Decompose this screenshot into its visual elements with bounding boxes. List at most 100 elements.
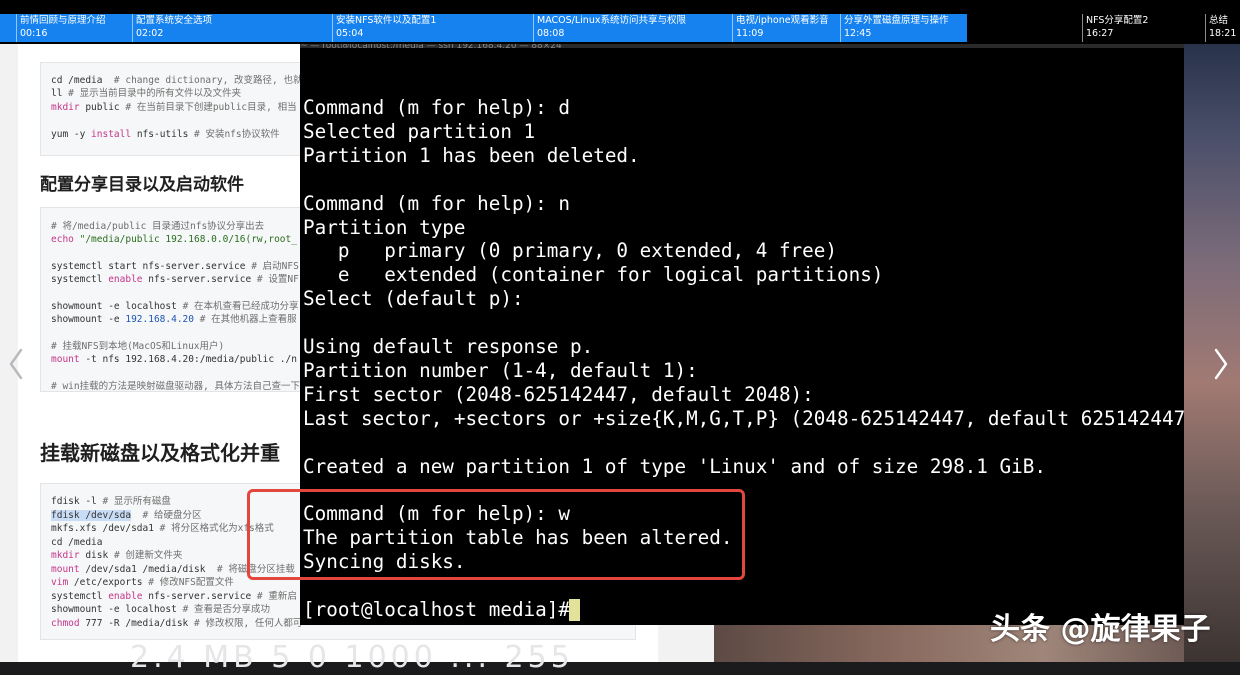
chapter-title: 安装NFS软件以及配置1 [336, 15, 437, 26]
code-comment: # 设置NF [251, 274, 299, 285]
watermark-text: 头条 @旋律果子 [990, 612, 1211, 647]
chapter-marker[interactable]: 安装NFS软件以及配置1 05:04 [332, 14, 533, 42]
terminal-line: e extended (container for logical partit… [303, 263, 884, 287]
code-comment: # 重新启 [251, 591, 297, 602]
code-text-selected: fdisk /dev/sda [51, 510, 132, 521]
terminal-cursor [569, 598, 581, 621]
code-keyword: mount [51, 354, 80, 365]
code-comment: # 显示所有磁盘 [96, 496, 171, 507]
chapter-time: 05:04 [336, 28, 364, 39]
code-text: cd /media [51, 75, 103, 86]
terminal-line: Selected partition 1 [303, 119, 536, 143]
code-keyword: mkdir [51, 550, 80, 561]
chapter-marker[interactable]: NFS分享配置2 16:27 [1082, 14, 1205, 42]
chapter-time: 18:21 [1209, 28, 1237, 39]
chapter-title: 配置系统安全选项 [136, 15, 213, 26]
chapter-title: MACOS/Linux系统访问共享与权限 [537, 15, 686, 26]
terminal-line: Last sector, +sectors or +size{K,M,G,T,P… [303, 406, 1184, 430]
code-text: nfs-server.service [142, 591, 252, 602]
chapter-time: 11:09 [736, 28, 764, 39]
code-text: systemctl start nfs-server.service [51, 261, 246, 272]
code-text: systemctl [51, 274, 109, 285]
code-block-share: # 将/media/public 目录通过nfs协议分享出去 echo "/me… [40, 207, 312, 392]
code-keyword: mount [51, 564, 80, 575]
chapter-marker[interactable]: MACOS/Linux系统访问共享与权限 08:08 [533, 14, 732, 42]
chapter-time: 16:27 [1086, 28, 1114, 39]
code-comment: # 创建新文件夹 [108, 550, 183, 561]
chevron-left-icon[interactable] [9, 348, 23, 380]
chapter-time: 12:45 [844, 28, 872, 39]
code-comment: # 修改NFS配置文件 [142, 577, 234, 588]
code-text: systemctl [51, 591, 109, 602]
chapter-time: 02:02 [136, 28, 164, 39]
code-text: yum -y [51, 129, 92, 140]
terminal-line: Select (default p): [303, 287, 524, 311]
code-text: public [79, 102, 120, 113]
code-text: disk [79, 550, 109, 561]
code-comment: # 给硬盘分区 [131, 510, 202, 521]
code-block-install: cd /media # change dictionary, 改变路径, 也就 … [40, 62, 312, 156]
terminal-line: [root@localhost media]# [303, 597, 582, 621]
code-text: nfs-server.service [142, 274, 252, 285]
chapter-time: 08:08 [537, 28, 565, 39]
code-comment: # 在其他机器上查看服 [194, 314, 297, 325]
chevron-right-icon[interactable] [1214, 348, 1228, 380]
code-keyword: enable [108, 274, 143, 285]
code-comment: # 在本机查看已经成功分享 [176, 301, 299, 312]
code-keyword: install [91, 129, 132, 140]
chapter-title: 前情回顾与原理介绍 [20, 15, 106, 26]
terminal-line: Created a new partition 1 of type 'Linux… [303, 454, 1046, 478]
desktop-wallpaper [1184, 44, 1240, 662]
code-text: fdisk -l [51, 496, 97, 507]
terminal-line: Command (m for help): n [303, 191, 570, 215]
chapter-time: 00:16 [20, 28, 48, 39]
code-keyword: mkdir [51, 102, 80, 113]
code-string: "/media/public 192.168.0.0/16(rw,root_ [73, 234, 297, 245]
code-text: showmount -e [51, 314, 126, 325]
terminal-line: Using default response p. [303, 335, 594, 358]
chapter-bar: 前情回顾与原理介绍 00:16 配置系统安全选项 02:02 安装NFS软件以及配置1 0… [0, 0, 1240, 44]
code-comment: # 查看是否分享成功 [176, 604, 271, 615]
chapter-marker[interactable]: 配置系统安全选项 02:02 [132, 14, 332, 42]
terminal-line: First sector (2048-625142447, default 20… [303, 382, 814, 406]
code-text: /etc/exports [68, 577, 143, 588]
code-keyword: chmod [51, 618, 80, 629]
code-number: 192.168.4.20 [125, 314, 194, 325]
code-text: nfs-utils [131, 129, 189, 140]
code-comment: # 将/media/public 目录通过nfs协议分享出去 [51, 221, 265, 232]
section-heading-mount: 挂载新磁盘以及格式化并重 [40, 441, 280, 465]
code-text: cd /media [51, 537, 103, 548]
code-keyword: echo [51, 234, 74, 245]
terminal-line: p primary (0 primary, 0 extended, 4 free… [303, 239, 837, 263]
chapter-marker[interactable]: 分享外置磁盘原理与操作 12:45 [840, 14, 1082, 42]
code-keyword: enable [108, 591, 143, 602]
chapter-title: 总结 [1209, 15, 1229, 26]
code-comment: # 挂载NFS到本地(MacOS和Linux用户) [51, 341, 225, 352]
code-text: /dev/sda1 /media/disk [79, 564, 206, 575]
terminal-line: Partition 1 has been deleted. [303, 143, 640, 167]
code-text: mkfs.xfs /dev/sda1 [51, 523, 154, 534]
section-heading-share: 配置分享目录以及启动软件 [40, 175, 244, 195]
code-comment: # change dictionary, 改变路径, 也就 [102, 75, 303, 86]
chapter-marker[interactable]: 电视/iphone观看影音 11:09 [732, 14, 840, 42]
terminal-title-bar: ~ — root@localhost:/media — ssh 192.168.… [300, 44, 1184, 48]
code-comment: # win挂载的方法是映射磁盘驱动器, 具体方法自己查一下 [51, 381, 301, 392]
code-comment: # 在当前目录下创建public目录, 相当 [119, 102, 297, 113]
code-comment: # 启动NFS [245, 261, 299, 272]
chapter-marker[interactable]: 前情回顾与原理介绍 00:16 [16, 14, 132, 42]
code-comment: # 修改权限, 任何人都可 [188, 618, 303, 629]
annotation-highlight-box [247, 489, 745, 580]
code-keyword: vim [51, 577, 69, 588]
document-faded-text: 2.4 MB 5 0 1000 ... 255 [130, 640, 574, 675]
code-comment: # 安装nfs协议软件 [188, 129, 280, 140]
chapter-title: NFS分享配置2 [1086, 15, 1149, 26]
chapter-marker[interactable]: 总结 18:21 [1205, 14, 1240, 42]
code-text: showmount -e localhost [51, 604, 177, 615]
terminal-line: Partition number (1-4, default 1): [303, 358, 698, 382]
terminal-line: Command (m for help): d [303, 96, 570, 119]
code-text: showmount -e localhost [51, 301, 177, 312]
code-text: -t nfs 192.168.4.20:/media/public ./n [79, 354, 297, 365]
code-text: ll [51, 88, 63, 99]
terminal-line: Partition type [303, 215, 466, 239]
code-text: 777 -R /media/disk [79, 618, 189, 629]
